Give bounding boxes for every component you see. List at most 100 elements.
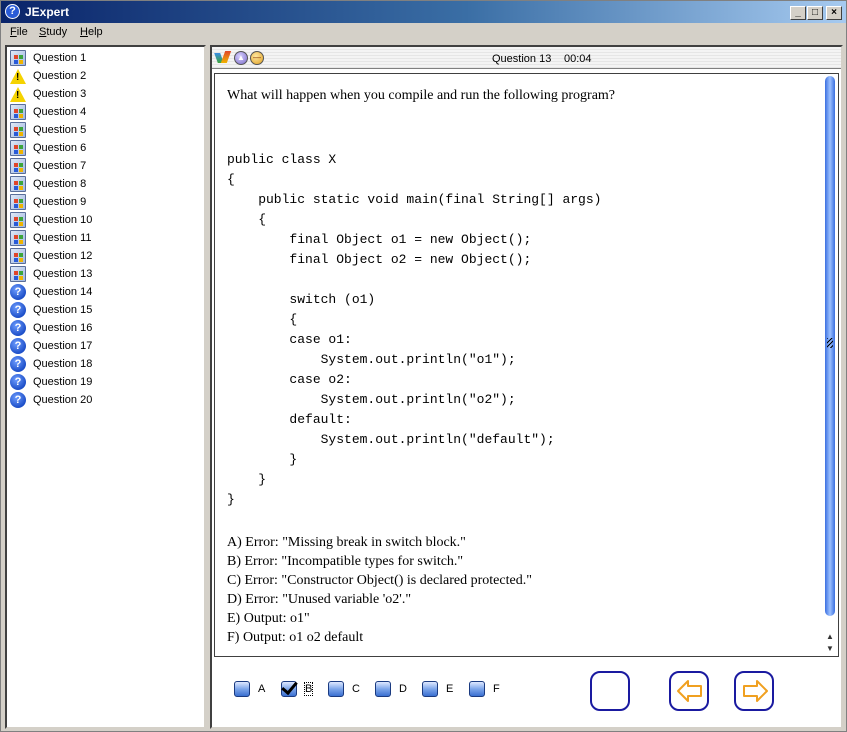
sidebar-item-label: Question 7 bbox=[33, 160, 87, 172]
question-content: What will happen when you compile and ru… bbox=[214, 73, 839, 657]
sidebar-item-question-5[interactable]: Question 5 bbox=[10, 121, 86, 139]
menu-file-label: ile bbox=[16, 26, 28, 38]
menu-study-label: tudy bbox=[46, 26, 68, 38]
sidebar-item-label: Question 18 bbox=[33, 358, 93, 370]
close-button[interactable]: × bbox=[826, 6, 842, 20]
answer-c: C) Error: "Constructor Object() is decla… bbox=[227, 573, 532, 588]
option-label: A bbox=[258, 683, 266, 695]
option-a-checkbox[interactable]: A bbox=[234, 681, 265, 697]
checkbox-icon[interactable] bbox=[375, 681, 391, 697]
document-icon bbox=[10, 140, 26, 156]
minimize-button[interactable]: _ bbox=[790, 6, 806, 20]
scrollbar-thumb[interactable] bbox=[825, 76, 835, 616]
vertical-scrollbar[interactable]: ▲ ▼ bbox=[824, 76, 836, 654]
checkbox-icon[interactable] bbox=[422, 681, 438, 697]
sidebar-item-question-13[interactable]: Question 13 bbox=[10, 265, 92, 283]
sidebar-item-label: Question 2 bbox=[33, 70, 87, 82]
menu-bar: File Study Help bbox=[1, 24, 846, 43]
app-help-icon: ? bbox=[5, 4, 20, 19]
checkbox-icon[interactable] bbox=[469, 681, 485, 697]
sidebar-item-question-10[interactable]: Question 10 bbox=[10, 211, 92, 229]
arrow-right-icon bbox=[743, 680, 768, 702]
sidebar-item-label: Question 1 bbox=[33, 52, 87, 64]
option-label: D bbox=[399, 683, 407, 695]
option-e-checkbox[interactable]: E bbox=[422, 681, 453, 697]
menu-file[interactable]: File bbox=[10, 26, 28, 38]
option-label: C bbox=[352, 683, 360, 695]
scroll-up-arrow-icon[interactable]: ▲ bbox=[825, 632, 835, 642]
menu-help-label: elp bbox=[87, 26, 103, 38]
document-icon bbox=[10, 230, 26, 246]
sidebar-item-question-15[interactable]: ? Question 15 bbox=[10, 301, 92, 319]
collapse-up-icon[interactable]: ▲ bbox=[234, 51, 248, 65]
sidebar-item-question-16[interactable]: ? Question 16 bbox=[10, 319, 92, 337]
sidebar-item-question-6[interactable]: Question 6 bbox=[10, 139, 86, 157]
checkbox-icon[interactable] bbox=[328, 681, 344, 697]
option-d-checkbox[interactable]: D bbox=[375, 681, 407, 697]
question-icon: ? bbox=[10, 392, 26, 408]
question-prompt: What will happen when you compile and ru… bbox=[227, 88, 616, 103]
previous-button[interactable] bbox=[669, 671, 709, 711]
sidebar-item-label: Question 17 bbox=[33, 340, 93, 352]
sidebar-item-question-4[interactable]: Question 4 bbox=[10, 103, 86, 121]
checkbox-icon[interactable] bbox=[234, 681, 250, 697]
document-icon bbox=[10, 248, 26, 264]
title-bar[interactable]: ? JExpert _ □ × bbox=[1, 1, 846, 23]
sidebar-item-question-7[interactable]: Question 7 bbox=[10, 157, 86, 175]
sidebar-item-label: Question 15 bbox=[33, 304, 93, 316]
sidebar-item-label: Question 20 bbox=[33, 394, 93, 406]
minimize-panel-icon[interactable]: — bbox=[250, 51, 264, 65]
sidebar-item-question-3[interactable]: ! Question 3 bbox=[10, 85, 86, 103]
sidebar-item-label: Question 11 bbox=[33, 232, 92, 244]
sidebar-item-label: Question 16 bbox=[33, 322, 93, 334]
app-window: ? JExpert _ □ × File Study Help Question… bbox=[0, 0, 847, 732]
sidebar-item-question-17[interactable]: ? Question 17 bbox=[10, 337, 92, 355]
option-f-checkbox[interactable]: F bbox=[469, 681, 500, 697]
question-title: Question 13 bbox=[492, 53, 552, 65]
answer-d: D) Error: "Unused variable 'o2'." bbox=[227, 592, 412, 607]
sidebar-item-label: Question 4 bbox=[33, 106, 87, 118]
question-icon: ? bbox=[10, 284, 26, 300]
document-icon bbox=[10, 194, 26, 210]
sidebar-item-label: Question 19 bbox=[33, 376, 93, 388]
code-block: public class X { public static void main… bbox=[227, 152, 602, 507]
sidebar-item-label: Question 13 bbox=[33, 268, 93, 280]
scroll-down-arrow-icon[interactable]: ▼ bbox=[825, 644, 835, 654]
sidebar-item-question-2[interactable]: ! Question 2 bbox=[10, 67, 86, 85]
sidebar-item-question-8[interactable]: Question 8 bbox=[10, 175, 86, 193]
answer-b: B) Error: "Incompatible types for switch… bbox=[227, 554, 464, 569]
answer-a: A) Error: "Missing break in switch block… bbox=[227, 535, 466, 550]
option-label: E bbox=[446, 683, 454, 695]
arrow-left-icon bbox=[677, 680, 702, 702]
sidebar-item-question-12[interactable]: Question 12 bbox=[10, 247, 92, 265]
sidebar-item-question-18[interactable]: ? Question 18 bbox=[10, 355, 92, 373]
menu-study[interactable]: Study bbox=[39, 26, 67, 38]
scrollbar-grip-icon bbox=[827, 338, 833, 348]
question-icon: ? bbox=[10, 356, 26, 372]
document-icon bbox=[10, 50, 26, 66]
checkbox-checked-icon[interactable] bbox=[281, 681, 297, 697]
answer-bar: A B C D E F bbox=[212, 661, 841, 727]
question-icon: ? bbox=[10, 374, 26, 390]
sidebar-item-label: Question 12 bbox=[33, 250, 93, 262]
maximize-button[interactable]: □ bbox=[807, 6, 823, 20]
document-icon bbox=[10, 266, 26, 282]
sidebar-item-label: Question 9 bbox=[33, 196, 87, 208]
option-c-checkbox[interactable]: C bbox=[328, 681, 360, 697]
option-b-checkbox[interactable]: B bbox=[281, 681, 314, 697]
menu-help[interactable]: Help bbox=[80, 26, 103, 38]
timer: 00:04 bbox=[564, 53, 592, 65]
next-button[interactable] bbox=[734, 671, 774, 711]
sidebar-item-question-14[interactable]: ? Question 14 bbox=[10, 283, 92, 301]
sidebar-item-question-19[interactable]: ? Question 19 bbox=[10, 373, 92, 391]
question-header: ▲ — Question 13 00:04 bbox=[212, 47, 841, 69]
sidebar-item-question-11[interactable]: Question 11 bbox=[10, 229, 92, 247]
sidebar-item-question-9[interactable]: Question 9 bbox=[10, 193, 86, 211]
sidebar-item-question-1[interactable]: Question 1 bbox=[10, 49, 86, 67]
sidebar-item-label: Question 6 bbox=[33, 142, 87, 154]
sidebar-item-question-20[interactable]: ? Question 20 bbox=[10, 391, 92, 409]
sidebar-item-label: Question 8 bbox=[33, 178, 87, 190]
answer-f: F) Output: o1 o2 default bbox=[227, 630, 364, 645]
window-title: JExpert bbox=[25, 5, 70, 19]
mark-button[interactable] bbox=[590, 671, 630, 711]
